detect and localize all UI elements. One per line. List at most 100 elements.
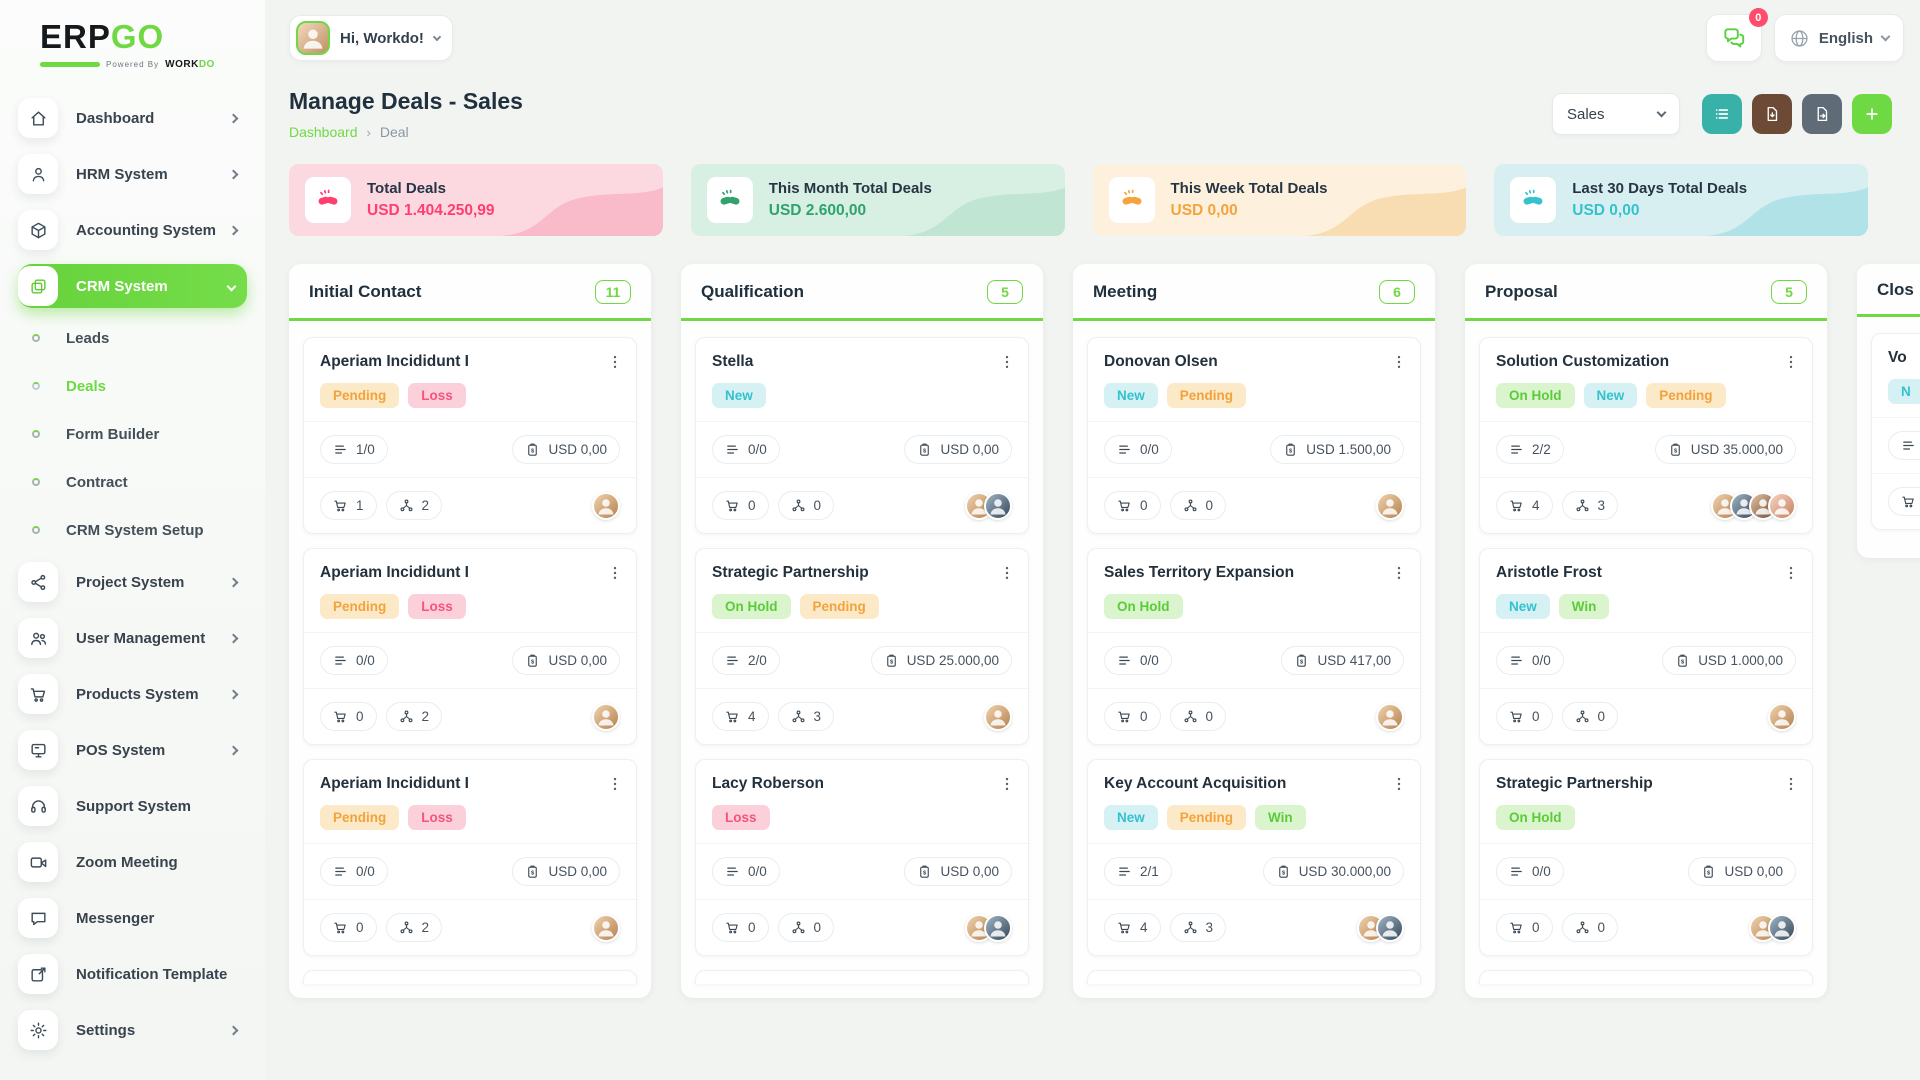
- tag-win: Win: [1255, 805, 1306, 830]
- deal-card[interactable]: Aristotle FrostNewWin0/0$USD 1.000,0000: [1479, 548, 1813, 745]
- export-button[interactable]: [1802, 94, 1842, 134]
- cart-icon: [1117, 920, 1132, 935]
- cart-icon: [725, 498, 740, 513]
- kebab-menu-icon[interactable]: [606, 564, 624, 582]
- messages-button[interactable]: 0: [1706, 14, 1762, 62]
- sidebar-item-support-system[interactable]: Support System: [18, 784, 247, 828]
- stat-card-4: Last 30 Days Total DealsUSD 0,00: [1494, 164, 1868, 236]
- user-avatar: [296, 21, 330, 55]
- products-pill: 0: [320, 702, 377, 731]
- tag-pending: Pending: [320, 594, 399, 619]
- cart-icon: [725, 709, 740, 724]
- workdo-label: WORKDO: [165, 59, 215, 70]
- tasks-pill: 2/0: [712, 646, 780, 675]
- import-button[interactable]: [1752, 94, 1792, 134]
- products-pill: 0: [712, 491, 769, 520]
- kebab-menu-icon[interactable]: [1782, 353, 1800, 371]
- kebab-menu-icon[interactable]: [1390, 353, 1408, 371]
- sitemap-icon: [1575, 498, 1590, 513]
- sidebar-item-label: CRM System: [76, 278, 228, 295]
- deal-card-partial[interactable]: [303, 970, 637, 984]
- amount-pill: $USD 25.000,00: [871, 646, 1012, 675]
- add-deal-button[interactable]: [1852, 94, 1892, 134]
- list-icon: [1117, 864, 1132, 879]
- kebab-menu-icon[interactable]: [998, 353, 1016, 371]
- sidebar-item-settings[interactable]: Settings: [18, 1008, 247, 1052]
- sidebar-item-accounting-system[interactable]: Accounting System: [18, 208, 247, 252]
- deal-card-partial[interactable]: [1479, 970, 1813, 984]
- sidebar-item-label: Messenger: [76, 910, 247, 927]
- sidebar-item-notification-template[interactable]: Notification Template: [18, 952, 247, 996]
- cart-icon: [333, 709, 348, 724]
- kebab-menu-icon[interactable]: [1390, 564, 1408, 582]
- deal-card[interactable]: Strategic PartnershipOn HoldPending2/0$U…: [695, 548, 1029, 745]
- file-export-icon: [1813, 105, 1831, 123]
- kebab-menu-icon[interactable]: [1782, 564, 1800, 582]
- sitemap-icon: [1575, 920, 1590, 935]
- sidebar-item-crm-system[interactable]: CRM System: [18, 264, 247, 308]
- deal-card[interactable]: Key Account AcquisitionNewPendingWin2/1$…: [1087, 759, 1421, 956]
- avatar: [592, 492, 620, 520]
- deal-card[interactable]: Aperiam Incididunt IPendingLoss0/0$USD 0…: [303, 548, 637, 745]
- sidebar-subitem-crm-system-setup[interactable]: CRM System Setup: [24, 512, 247, 548]
- kebab-menu-icon[interactable]: [606, 775, 624, 793]
- kebab-menu-icon[interactable]: [1390, 775, 1408, 793]
- sidebar-item-user-management[interactable]: User Management: [18, 616, 247, 660]
- deal-title: Stella: [712, 353, 753, 371]
- home-icon: [18, 98, 58, 138]
- deal-card[interactable]: Donovan OlsenNewPending0/0$USD 1.500,000…: [1087, 337, 1421, 534]
- bullet-icon: [32, 334, 40, 342]
- deal-card[interactable]: StellaNew0/0$USD 0,0000: [695, 337, 1029, 534]
- deal-card[interactable]: Sales Territory ExpansionOn Hold0/0$USD …: [1087, 548, 1421, 745]
- sidebar-item-dashboard[interactable]: Dashboard: [18, 96, 247, 140]
- clipboard-dollar-icon: $: [525, 442, 540, 457]
- sidebar-subitem-contract[interactable]: Contract: [24, 464, 247, 500]
- sidebar-subitem-leads[interactable]: Leads: [24, 320, 247, 356]
- sidebar-item-zoom-meeting[interactable]: Zoom Meeting: [18, 840, 247, 884]
- amount-pill: $USD 30.000,00: [1263, 857, 1404, 886]
- sidebar-item-products-system[interactable]: Products System: [18, 672, 247, 716]
- kebab-menu-icon[interactable]: [998, 564, 1016, 582]
- chevron-right-icon: [229, 1025, 239, 1035]
- deal-title: Donovan Olsen: [1104, 353, 1218, 371]
- list-icon: [1509, 864, 1524, 879]
- column-count-badge: 5: [987, 280, 1023, 304]
- sidebar-item-hrm-system[interactable]: HRM System: [18, 152, 247, 196]
- products-pill: 1: [320, 491, 377, 520]
- column-name: Proposal: [1485, 282, 1558, 302]
- kebab-menu-icon[interactable]: [998, 775, 1016, 793]
- deal-card[interactable]: Lacy RobersonLoss0/0$USD 0,0000: [695, 759, 1029, 956]
- sidebar-subitem-form-builder[interactable]: Form Builder: [24, 416, 247, 452]
- list-view-button[interactable]: [1702, 94, 1742, 134]
- products-pill: 4: [712, 702, 769, 731]
- deal-card-partial[interactable]: [1087, 970, 1421, 984]
- deal-card[interactable]: Solution CustomizationOn HoldNewPending2…: [1479, 337, 1813, 534]
- cart-icon: [333, 498, 348, 513]
- deal-card[interactable]: Strategic PartnershipOn Hold0/0$USD 0,00…: [1479, 759, 1813, 956]
- app-logo[interactable]: ERPGO Powered By WORKDO: [18, 14, 247, 70]
- kebab-menu-icon[interactable]: [606, 353, 624, 371]
- deal-card-partial[interactable]: [695, 970, 1029, 984]
- list-icon: [333, 653, 348, 668]
- users-pill: 3: [778, 702, 835, 731]
- sidebar-subitem-deals[interactable]: Deals: [24, 368, 247, 404]
- sidebar-item-messenger[interactable]: Messenger: [18, 896, 247, 940]
- stat-label: Last 30 Days Total Deals: [1572, 180, 1747, 197]
- sidebar-item-pos-system[interactable]: POS System: [18, 728, 247, 772]
- breadcrumb-dashboard-link[interactable]: Dashboard: [289, 124, 358, 140]
- column-header: Meeting6: [1073, 264, 1435, 321]
- kanban-column-qualification: Qualification5StellaNew0/0$USD 0,0000Str…: [681, 264, 1043, 998]
- sidebar-subitem-label: Contract: [66, 474, 128, 491]
- sitemap-icon: [399, 920, 414, 935]
- svg-text:$: $: [1681, 659, 1685, 665]
- sidebar-item-project-system[interactable]: Project System: [18, 560, 247, 604]
- user-menu-button[interactable]: Hi, Workdo!: [289, 15, 453, 61]
- products-pill: [1888, 487, 1920, 516]
- deal-card[interactable]: VoN$: [1871, 333, 1920, 530]
- deal-card[interactable]: Aperiam Incididunt IPendingLoss1/0$USD 0…: [303, 337, 637, 534]
- language-selector[interactable]: English: [1774, 14, 1904, 62]
- kebab-menu-icon[interactable]: [1782, 775, 1800, 793]
- tasks-pill: 1/0: [320, 435, 388, 464]
- deal-card[interactable]: Aperiam Incididunt IPendingLoss0/0$USD 0…: [303, 759, 637, 956]
- pipeline-select[interactable]: Sales: [1552, 93, 1680, 135]
